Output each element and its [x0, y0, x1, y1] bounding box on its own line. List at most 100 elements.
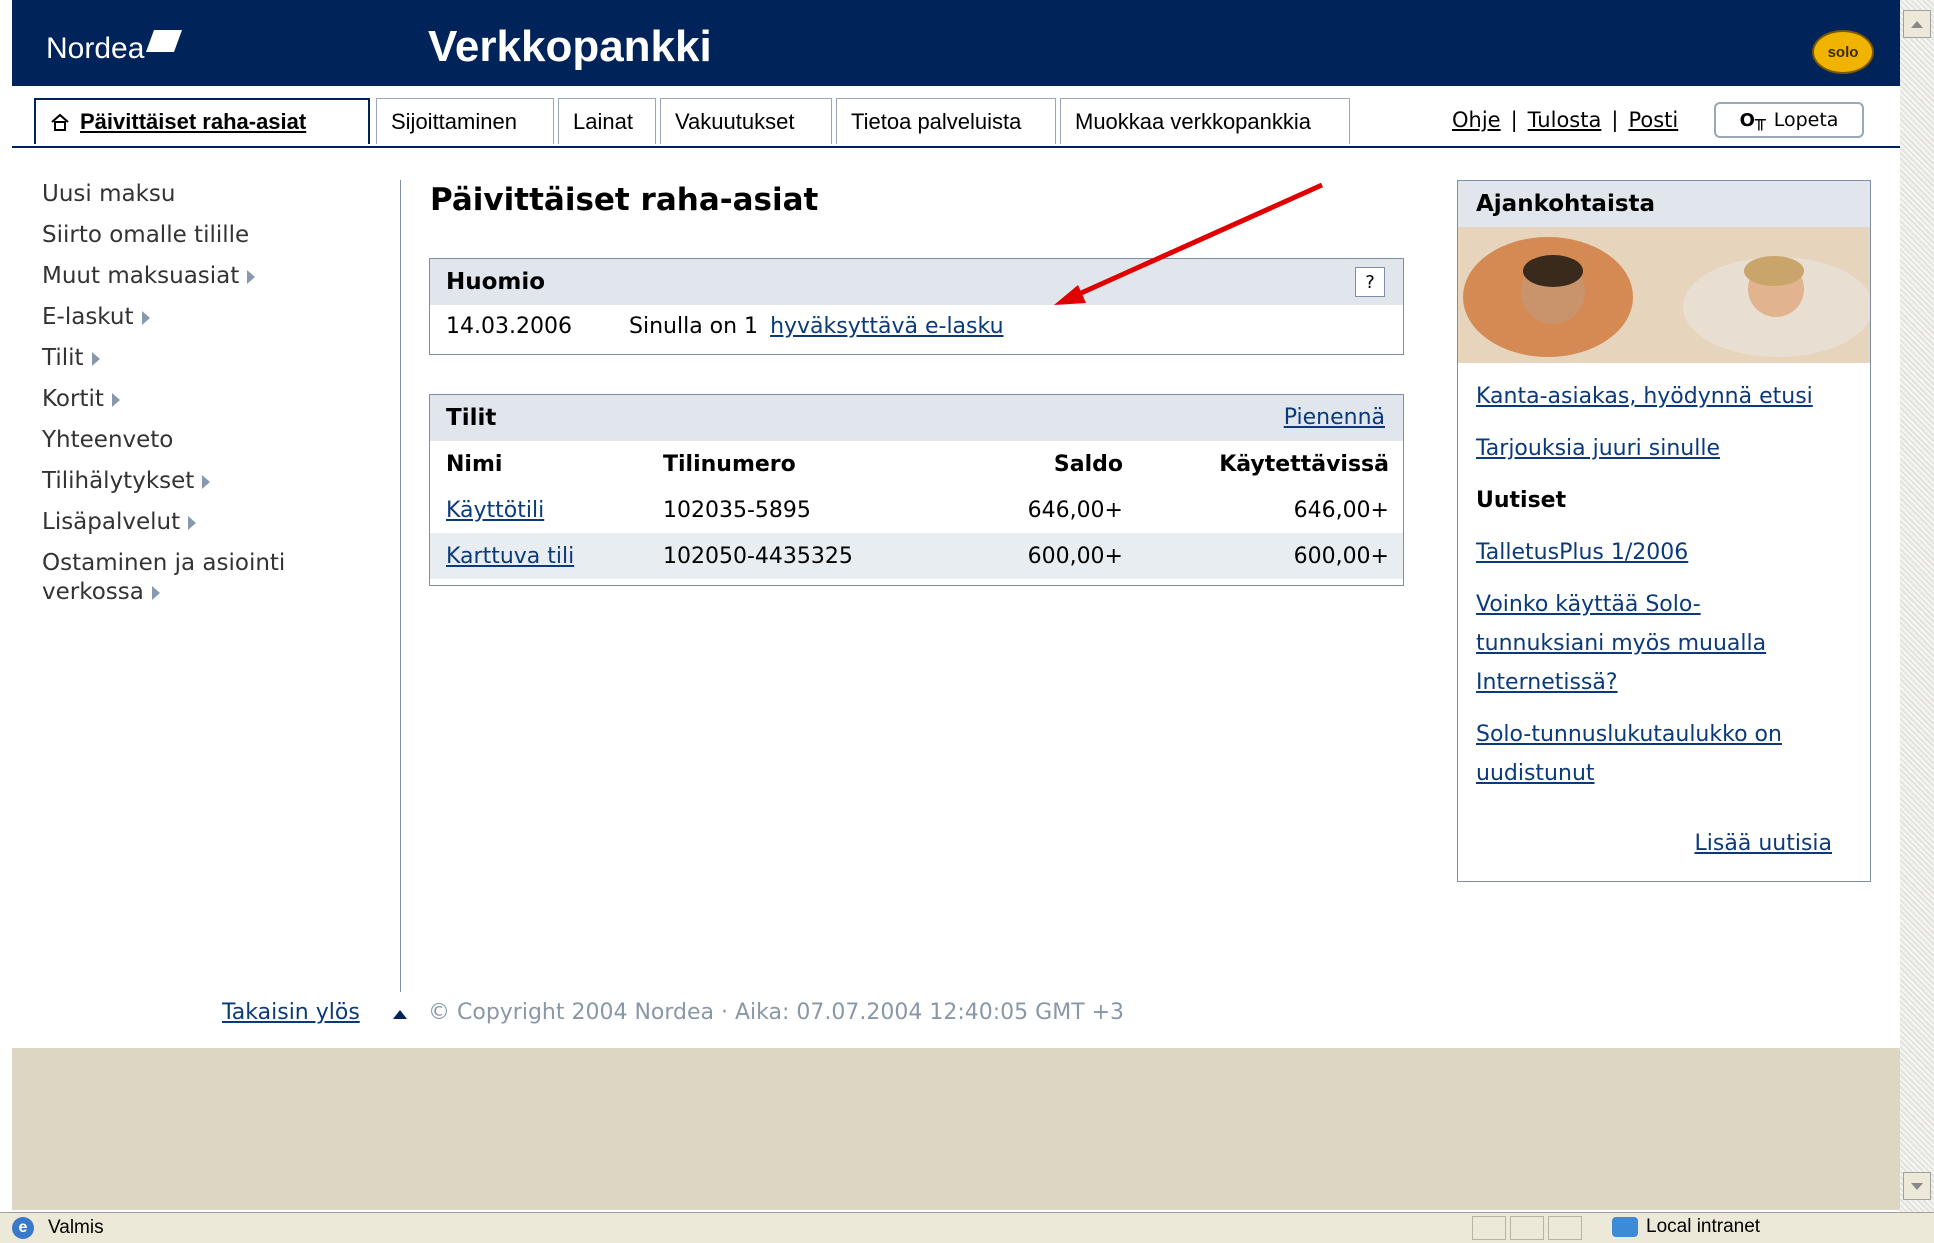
- vertical-scrollbar[interactable]: [1900, 0, 1934, 1212]
- security-zone: Local intranet: [1612, 1216, 1760, 1238]
- annotation-arrow-icon: [1054, 182, 1324, 305]
- nav-label: E-laskut: [42, 304, 134, 330]
- solo-logo-icon: solo: [1812, 30, 1874, 74]
- nav-label: Tilihälytykset: [42, 468, 195, 494]
- news-heading: Ajankohtaista: [1458, 181, 1870, 227]
- nav-divider: [400, 180, 401, 992]
- account-available: 646,00+: [1293, 497, 1389, 523]
- home-icon: [51, 113, 69, 131]
- tab-services-info[interactable]: Tietoa palveluista: [836, 98, 1056, 144]
- nav-item-cards[interactable]: Kortit: [42, 385, 382, 413]
- table-row: Käyttötili 102035-5895 646,00+ 646,00+: [430, 487, 1403, 533]
- account-number: 102035-5895: [663, 497, 811, 523]
- mail-link[interactable]: Posti: [1628, 108, 1678, 132]
- status-pane: [1472, 1216, 1506, 1240]
- news-links: Kanta-asiakas, hyödynnä etusi Tarjouksia…: [1458, 363, 1870, 820]
- collapse-link[interactable]: Pienennä: [1284, 405, 1385, 430]
- zone-label: Local intranet: [1646, 1216, 1761, 1237]
- nav-label: Muut maksuasiat: [42, 263, 240, 289]
- nav-label: Kortit: [42, 386, 104, 412]
- account-name-link[interactable]: Karttuva tili: [446, 544, 574, 569]
- scroll-up-button[interactable]: [1903, 10, 1931, 38]
- notice-date: 14.03.2006: [446, 313, 572, 339]
- expand-arrow-icon: [91, 351, 100, 366]
- people-photo-icon: [1458, 227, 1870, 363]
- copyright-text: © Copyright 2004 Nordea · Aika: 07.07.20…: [428, 1000, 1125, 1025]
- tab-label: Päivittäiset raha-asiat: [80, 109, 307, 134]
- accounts-heading: Tilit Pienennä: [430, 395, 1403, 441]
- nav-item-accounts[interactable]: Tilit: [42, 344, 382, 372]
- status-pane: [1548, 1216, 1582, 1240]
- ie-icon: e: [12, 1217, 34, 1239]
- e-invoice-link[interactable]: hyväksyttävä e-lasku: [770, 314, 1003, 339]
- table-row: Karttuva tili 102050-4435325 600,00+ 600…: [430, 533, 1403, 579]
- separator: |: [1510, 108, 1518, 132]
- tab-investing[interactable]: Sijoittaminen: [376, 98, 554, 144]
- tab-loans[interactable]: Lainat: [558, 98, 656, 144]
- app-header: Nordea Verkkopankki solo: [12, 0, 1900, 86]
- nordea-logo[interactable]: Nordea: [46, 30, 183, 66]
- browser-status-bar: e Valmis Local intranet: [0, 1212, 1934, 1243]
- intranet-zone-icon: [1612, 1217, 1638, 1237]
- scroll-down-button[interactable]: [1903, 1172, 1931, 1200]
- up-arrow-icon: [393, 1010, 407, 1019]
- arrow-up-icon: [1911, 20, 1923, 28]
- nav-item-new-payment[interactable]: Uusi maksu: [42, 180, 382, 208]
- arrow-down-icon: [1911, 1182, 1923, 1190]
- more-news-link[interactable]: Lisää uutisia: [1695, 831, 1832, 856]
- news-link-solo-elsewhere[interactable]: Voinko käyttää Solo-tunnuksiani myös muu…: [1476, 592, 1766, 695]
- nav-item-e-invoices[interactable]: E-laskut: [42, 303, 382, 331]
- nav-label: Siirto omalle tilille: [42, 222, 250, 248]
- account-balance: 646,00+: [1027, 497, 1123, 523]
- tab-insurance[interactable]: Vakuutukset: [660, 98, 832, 144]
- page-title: Päivittäiset raha-asiat: [430, 182, 819, 218]
- accounts-title: Tilit: [446, 405, 497, 431]
- nav-item-online-shopping[interactable]: Ostaminen ja asiointi verkossa: [42, 549, 382, 607]
- column-header: Tilinumero: [663, 451, 796, 477]
- expand-arrow-icon: [141, 310, 150, 325]
- tab-label: Vakuutukset: [675, 108, 795, 134]
- page-bottom-area: [12, 1048, 1900, 1210]
- nav-item-summary[interactable]: Yhteenveto: [42, 426, 382, 454]
- logout-button[interactable]: O╥ Lopeta: [1714, 102, 1864, 138]
- column-header: Saldo: [1053, 451, 1123, 477]
- footer: Takaisin ylös © Copyright 2004 Nordea · …: [0, 1000, 1900, 1040]
- account-number: 102050-4435325: [663, 543, 853, 569]
- separator: |: [1611, 108, 1619, 132]
- app-title: Verkkopankki: [428, 22, 712, 71]
- account-available: 600,00+: [1293, 543, 1389, 569]
- print-link[interactable]: Tulosta: [1528, 108, 1602, 132]
- back-to-top-link[interactable]: Takaisin ylös: [222, 1000, 360, 1025]
- news-link-talletusplus[interactable]: TalletusPlus 1/2006: [1476, 540, 1688, 565]
- nav-item-extra-services[interactable]: Lisäpalvelut: [42, 508, 382, 536]
- column-header: Käytettävissä: [1219, 451, 1389, 477]
- logout-label: Lopeta: [1773, 109, 1839, 131]
- help-link[interactable]: Ohje: [1452, 108, 1501, 132]
- logo-mark-icon: [146, 30, 183, 52]
- nav-item-account-alerts[interactable]: Tilihälytykset: [42, 467, 382, 495]
- tab-label: Lainat: [573, 108, 633, 134]
- news-box: Ajankohtaista Kanta-asiakas, hyödynnä et…: [1457, 180, 1871, 882]
- news-section-heading: Uutiset: [1476, 488, 1567, 513]
- accounts-panel: Tilit Pienennä Nimi Tilinumero Saldo Käy…: [429, 394, 1404, 586]
- tab-customize[interactable]: Muokkaa verkkopankkia: [1060, 98, 1350, 144]
- help-icon[interactable]: ?: [1355, 267, 1385, 297]
- logo-text: Nordea: [46, 32, 145, 65]
- nav-label: Yhteenveto: [42, 427, 174, 453]
- nav-item-own-transfer[interactable]: Siirto omalle tilille: [42, 221, 382, 249]
- news-link-loyalty[interactable]: Kanta-asiakas, hyödynnä etusi: [1476, 384, 1813, 409]
- tab-daily-banking[interactable]: Päivittäiset raha-asiat: [34, 98, 370, 144]
- notice-text: Sinulla on 1: [629, 313, 759, 339]
- promo-photo: [1458, 227, 1870, 363]
- nav-item-other-payments[interactable]: Muut maksuasiat: [42, 262, 382, 290]
- nav-label: Ostaminen ja asiointi: [42, 550, 286, 576]
- account-name-link[interactable]: Käyttötili: [446, 498, 544, 523]
- expand-arrow-icon: [111, 392, 120, 407]
- nav-label: Lisäpalvelut: [42, 509, 181, 535]
- news-link-offers[interactable]: Tarjouksia juuri sinulle: [1476, 436, 1720, 461]
- news-link-solo-table[interactable]: Solo-tunnuslukutaulukko on uudistunut: [1476, 722, 1782, 786]
- expand-arrow-icon: [188, 515, 197, 530]
- column-header: Nimi: [446, 451, 503, 477]
- tab-label: Muokkaa verkkopankkia: [1075, 108, 1312, 134]
- notice-title: Huomio: [446, 269, 546, 295]
